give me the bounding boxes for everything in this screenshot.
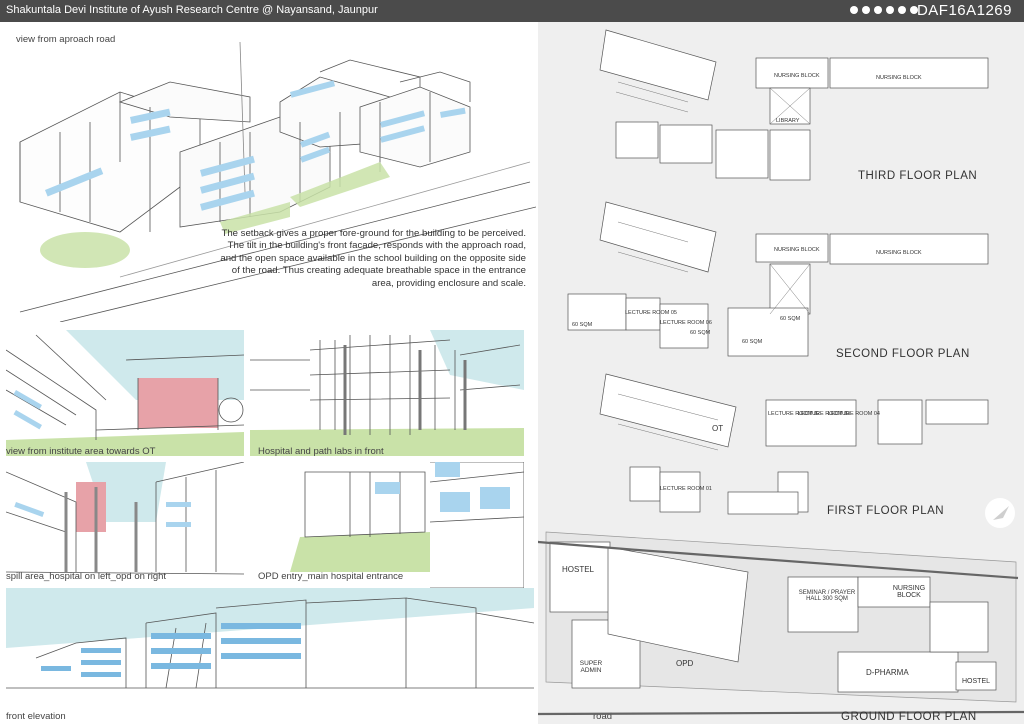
dot-icon	[898, 6, 906, 14]
plan-title-ground: GROUND FLOOR PLAN	[841, 711, 977, 723]
room-label: HOSTEL	[562, 565, 595, 574]
room-label: NURSING BLOCK	[774, 247, 820, 253]
room-label: 60 SQM	[780, 316, 801, 322]
sheet-code: DAF16A1269	[916, 2, 1012, 19]
plan-title-first: FIRST FLOOR PLAN	[827, 505, 945, 517]
room-label: D-PHARMA	[866, 668, 909, 677]
room-label: LECTURE ROOM 05	[625, 310, 677, 316]
room-label: LIBRARY	[776, 118, 800, 124]
room-label: LECTURE ROOM 01	[660, 486, 712, 492]
room-label: NURSING BLOCK	[892, 585, 926, 599]
room-label: OPD	[676, 659, 694, 668]
dot-icon	[862, 6, 870, 14]
plan-title-third: THIRD FLOOR PLAN	[858, 170, 978, 182]
front-elevation-sketch	[6, 588, 534, 706]
caption-opd-entry: OPD entry_main hospital entrance	[258, 571, 404, 582]
caption-spill-area: spill area_hospital on left_opd on right	[6, 571, 167, 582]
caption-ot-view: view from institute area towards OT	[6, 446, 156, 457]
room-label: 60 SQM	[690, 330, 711, 336]
room-label: SEMINAR / PRAYER HALL 300 SQM	[798, 590, 856, 602]
dot-indicator	[850, 6, 918, 14]
floor-plans-drawing	[538, 29, 1024, 716]
dot-icon	[886, 6, 894, 14]
path-labs-sketch	[250, 330, 524, 456]
plan-title-second: SECOND FLOOR PLAN	[836, 348, 970, 360]
spill-area-sketch	[6, 462, 244, 588]
room-label: HOSTEL	[962, 678, 991, 685]
room-label: 60 SQM	[572, 322, 593, 328]
dot-icon	[874, 6, 882, 14]
room-label: NURSING BLOCK	[876, 250, 922, 256]
room-label: LECTURE ROOM 06	[660, 320, 712, 326]
room-label: NURSING BLOCK	[774, 73, 820, 79]
room-label: SUPER ADMIN	[579, 660, 603, 674]
room-label: NURSING BLOCK	[876, 75, 922, 81]
sheet-title: Shakuntala Devi Institute of Ayush Resea…	[6, 4, 378, 16]
caption-path-labs: Hospital and path labs in front	[258, 446, 384, 457]
header-bar: Shakuntala Devi Institute of Ayush Resea…	[0, 0, 1024, 22]
dot-icon	[850, 6, 858, 14]
caption-approach: view from aproach road	[16, 34, 116, 45]
design-description: The setback gives a proper fore-ground f…	[220, 228, 526, 289]
room-label: 60 SQM	[742, 339, 763, 345]
north-arrow-icon	[985, 498, 1015, 528]
room-label: LECTURE ROOM 04	[828, 411, 880, 417]
caption-front-elevation: front elevation	[6, 711, 66, 722]
opd-entry-sketch	[250, 462, 524, 588]
room-label: OT	[712, 424, 724, 433]
ot-view-sketch	[6, 330, 244, 456]
